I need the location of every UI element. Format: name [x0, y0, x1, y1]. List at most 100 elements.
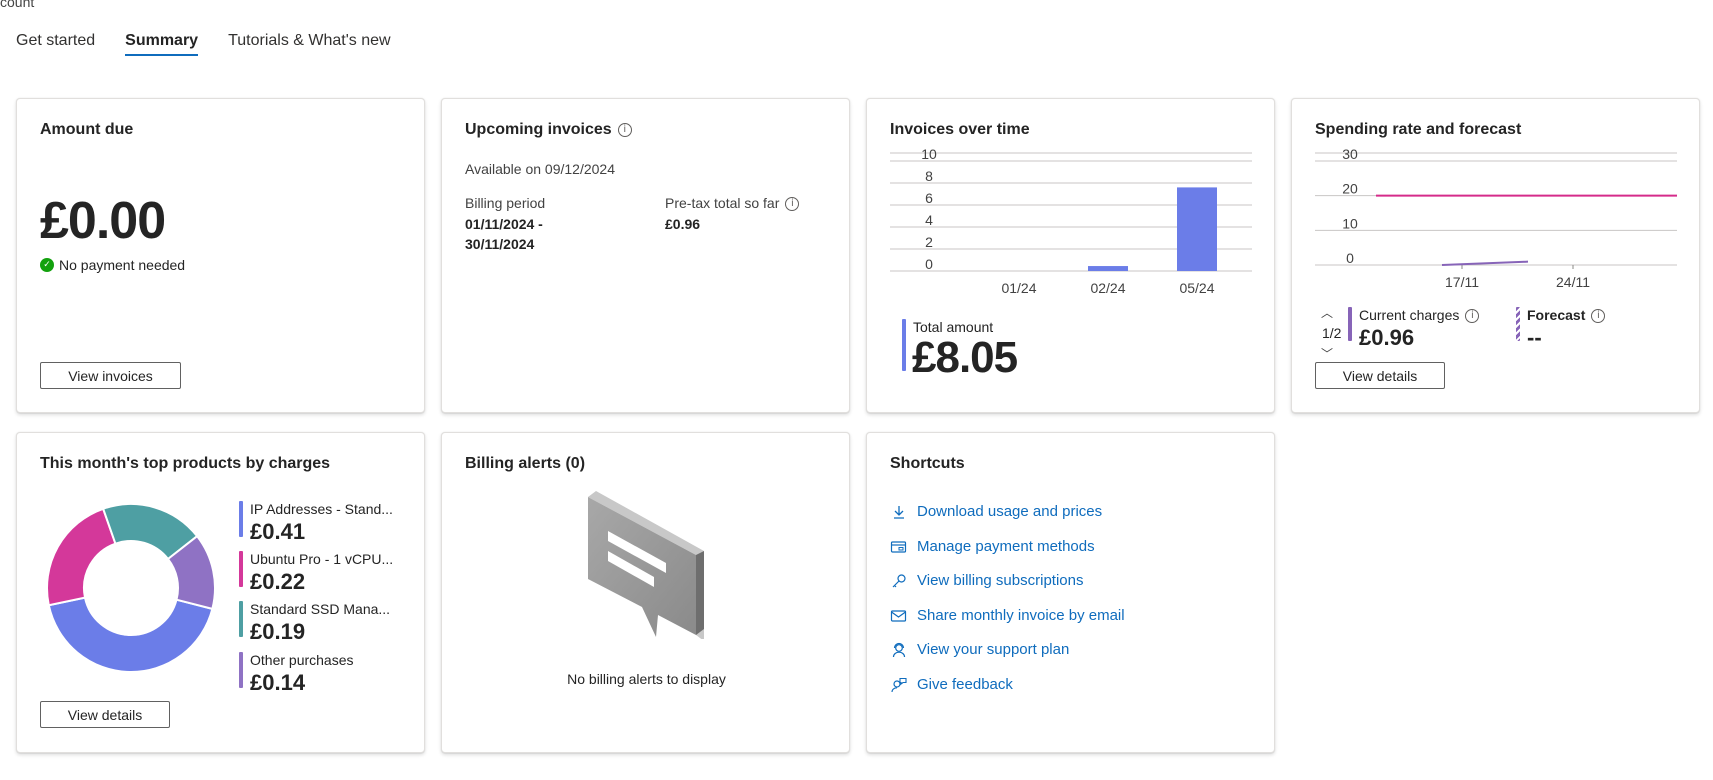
product-name: Ubuntu Pro - 1 vCPU... [250, 551, 394, 567]
empty-message-icon [588, 491, 704, 639]
y-tick-label: 0 [1346, 250, 1354, 266]
billing-alerts-title: Billing alerts (0) [465, 455, 586, 472]
top-products-donut-chart [46, 503, 216, 673]
y-tick-label: 4 [925, 212, 933, 228]
upcoming-invoices-title: Upcoming invoices i [465, 121, 632, 139]
forecast-label-text: Forecast [1527, 307, 1586, 323]
y-tick-label: 30 [1342, 149, 1358, 162]
top-products-card: This month's top products by charges IP … [16, 432, 425, 753]
chevron-down-icon[interactable]: ﹀ [1321, 345, 1333, 362]
check-circle-icon: ✓ [40, 258, 54, 272]
shortcut-give-feedback[interactable]: Give feedback [890, 676, 1013, 693]
spending-forecast-title: Spending rate and forecast [1315, 121, 1522, 138]
x-tick-label: 24/11 [1556, 274, 1590, 290]
info-icon[interactable]: i [1465, 309, 1480, 324]
product-value: £0.14 [250, 670, 306, 695]
top-products-title: This month's top products by charges [40, 455, 331, 472]
product-marker [239, 652, 243, 688]
donut-slice [47, 596, 214, 673]
shortcuts-card: Shortcuts Download usage and prices Mana… [866, 432, 1275, 753]
spending-line-chart: 0 10 20 30 17/11 24/11 [1315, 149, 1677, 290]
bar [1088, 266, 1128, 271]
x-tick-label: 02/24 [1090, 280, 1125, 296]
bar [1177, 187, 1217, 271]
donut-slice [46, 507, 117, 607]
product-marker [239, 601, 243, 637]
invoices-over-time-title: Invoices over time [890, 121, 1030, 138]
total-amount-value: £8.05 [912, 333, 1018, 382]
forecast-marker [1516, 307, 1520, 341]
shortcut-label: View your support plan [917, 641, 1070, 658]
shortcut-support-plan[interactable]: View your support plan [890, 641, 1069, 658]
current-charges-label: Current charges i [1359, 307, 1480, 324]
forecast-label: Forecast i [1527, 307, 1606, 324]
shortcut-billing-subscriptions[interactable]: View billing subscriptions [890, 572, 1083, 589]
billing-period-start: 01/11/2024 - [465, 216, 543, 232]
products-view-details-button[interactable]: View details [40, 701, 170, 728]
no-alerts-text: No billing alerts to display [567, 671, 726, 687]
breadcrumb[interactable]: count [0, 0, 34, 10]
current-charges-marker [1348, 307, 1352, 341]
shortcuts-title: Shortcuts [890, 455, 965, 472]
shortcut-label: Give feedback [917, 676, 1013, 693]
pager-text: 1/2 [1322, 325, 1342, 341]
mail-icon [890, 607, 907, 624]
y-tick-label: 10 [921, 149, 937, 162]
billing-period-label: Billing period [465, 195, 546, 211]
pretax-value: £0.96 [665, 216, 701, 232]
view-invoices-button[interactable]: View invoices [40, 362, 181, 389]
shortcut-manage-payment[interactable]: Manage payment methods [890, 538, 1095, 555]
support-person-icon [890, 641, 907, 658]
upcoming-invoices-card: Upcoming invoices i Available on 09/12/20… [441, 98, 850, 413]
upcoming-invoices-title-text: Upcoming invoices [465, 121, 612, 138]
x-tick-label: 05/24 [1179, 280, 1214, 296]
product-name: Other purchases [250, 652, 354, 668]
feedback-person-icon [890, 676, 907, 693]
product-marker [239, 501, 243, 537]
invoices-over-time-card: Invoices over time 0 2 4 6 8 10 01/24 02/24 05/2… [866, 98, 1275, 413]
payment-status-text: No payment needed [59, 257, 186, 273]
forecast-value: -- [1527, 325, 1542, 350]
chevron-up-icon[interactable]: ︿ [1321, 304, 1333, 321]
current-charges-label-text: Current charges [1359, 307, 1460, 323]
key-icon [890, 572, 907, 589]
amount-due-card: Amount due £0.00 ✓ No payment needed Vie… [16, 98, 425, 413]
y-tick-label: 20 [1342, 181, 1358, 197]
product-marker [239, 551, 243, 587]
product-value: £0.19 [250, 619, 306, 644]
spending-view-details-button[interactable]: View details [1315, 362, 1445, 389]
invoices-bar-chart: 0 2 4 6 8 10 01/24 02/24 05/24 [890, 149, 1252, 296]
info-icon[interactable]: i [1591, 309, 1606, 324]
shortcut-label: Manage payment methods [917, 538, 1095, 555]
y-tick-label: 2 [925, 234, 933, 250]
payment-card-icon [890, 538, 907, 555]
amount-due-value: £0.00 [40, 192, 166, 250]
info-icon[interactable]: i [785, 197, 800, 212]
y-tick-label: 0 [925, 256, 933, 272]
product-name: Standard SSD Mana... [250, 601, 391, 617]
tab-bar: Get started Summary Tutorials & What's n… [16, 28, 421, 58]
shortcut-share-invoice[interactable]: Share monthly invoice by email [890, 607, 1125, 624]
y-tick-label: 10 [1342, 215, 1358, 231]
current-charges-value: £0.96 [1359, 325, 1415, 350]
x-tick-label: 17/11 [1445, 274, 1479, 290]
info-icon[interactable]: i [617, 122, 632, 137]
available-date: Available on 09/12/2024 [465, 161, 615, 177]
shortcut-label: Download usage and prices [917, 503, 1103, 520]
tab-tutorials[interactable]: Tutorials & What's new [228, 28, 391, 58]
billing-period-end: 30/11/2024 [465, 236, 535, 252]
download-icon [890, 503, 907, 520]
product-name: IP Addresses - Stand... [250, 501, 393, 517]
x-tick-label: 01/24 [1001, 280, 1036, 296]
tab-summary[interactable]: Summary [125, 28, 198, 58]
tab-get-started[interactable]: Get started [16, 28, 95, 58]
shortcut-label: View billing subscriptions [917, 572, 1084, 589]
amount-due-title: Amount due [40, 121, 134, 138]
shortcut-download-usage[interactable]: Download usage and prices [890, 503, 1102, 520]
billing-alerts-card: Billing alerts (0) No billing alerts to … [441, 432, 850, 753]
pretax-label: Pre-tax total so far i [665, 195, 800, 212]
y-tick-label: 6 [925, 190, 933, 206]
y-tick-label: 8 [925, 168, 933, 184]
product-value: £0.41 [250, 519, 306, 544]
total-amount-marker [902, 319, 906, 371]
